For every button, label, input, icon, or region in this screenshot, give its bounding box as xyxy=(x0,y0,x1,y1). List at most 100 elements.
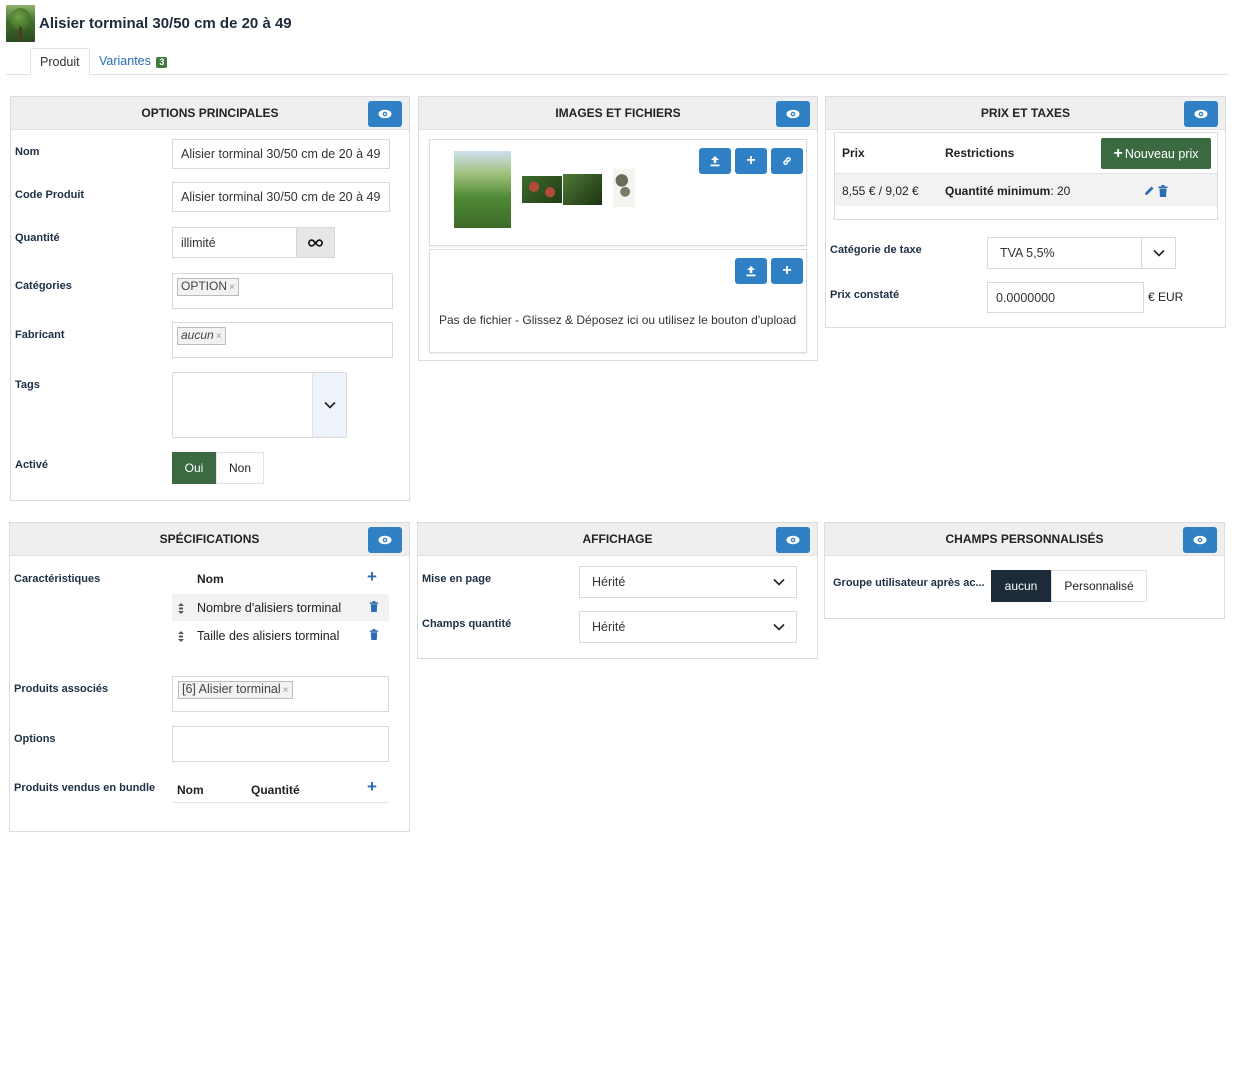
new-price-button[interactable]: + Nouveau prix xyxy=(1101,138,1211,169)
groupe-aucun-button[interactable]: aucun xyxy=(991,570,1051,602)
champs-personnalises-panel: CHAMPS PERSONNALISÉS Groupe utilisateur … xyxy=(824,522,1225,619)
page-header: Alisier torminal 30/50 cm de 20 à 49 xyxy=(6,4,292,42)
add-image-button[interactable]: + xyxy=(735,148,767,174)
product-image-leaves[interactable] xyxy=(563,174,602,205)
tab-produit[interactable]: Produit xyxy=(30,48,90,76)
link-icon xyxy=(783,157,791,165)
toggle-visibility-button[interactable] xyxy=(368,101,402,127)
remove-tag-icon[interactable]: × xyxy=(216,331,222,342)
options-input[interactable] xyxy=(172,726,389,762)
active-oui-button[interactable]: Oui xyxy=(172,452,216,484)
prices-table: Prix Restrictions + Nouveau prix 8,55 € /… xyxy=(834,132,1218,220)
produits-associes-multiselect[interactable]: [6] Alisier torminal × xyxy=(172,676,389,712)
taxe-value: TVA 5,5% xyxy=(1000,246,1055,260)
mise-en-page-dropdown-toggle[interactable] xyxy=(762,567,796,597)
options-principales-panel: OPTIONS PRINCIPALES Nom Alisier torminal… xyxy=(10,96,410,501)
new-price-label: Nouveau prix xyxy=(1124,146,1199,161)
add-caracteristique-icon[interactable]: + xyxy=(367,567,377,587)
champs-quantite-label: Champs quantité xyxy=(422,618,512,630)
product-thumbnail xyxy=(6,4,35,42)
active-non-button[interactable]: Non xyxy=(216,452,264,484)
chevron-down-icon xyxy=(773,623,785,631)
drag-handle-icon[interactable] xyxy=(178,631,184,642)
options-label: Options xyxy=(14,733,56,745)
col-prix-header: Prix xyxy=(842,146,865,160)
bundle-header-row: Nom Quantité + xyxy=(172,775,389,803)
specifications-header: SPÉCIFICATIONS xyxy=(10,523,409,556)
currency-label: € EUR xyxy=(1148,290,1184,304)
panel-title: PRIX ET TAXES xyxy=(980,106,1071,120)
product-image-berries[interactable] xyxy=(522,176,562,203)
quantite-input[interactable]: illimité xyxy=(172,227,297,258)
code-produit-input[interactable]: Alisier torminal 30/50 cm de 20 à 49 xyxy=(172,182,390,212)
eye-icon xyxy=(1193,535,1207,545)
fabricant-multiselect[interactable]: aucun × xyxy=(172,322,393,358)
images-dropzone[interactable]: + xyxy=(429,139,807,246)
col-restrictions-header: Restrictions xyxy=(945,146,1015,160)
mise-en-page-label: Mise en page xyxy=(422,573,492,585)
champs-quantite-value: Hérité xyxy=(592,620,626,634)
caracteristique-name: Nombre d'alisiers torminal xyxy=(197,601,342,615)
affichage-header: AFFICHAGE xyxy=(418,523,817,556)
produit-associe-tag-label: [6] Alisier torminal xyxy=(182,682,281,696)
tab-bar: Produit Variantes 3 xyxy=(6,48,1229,76)
infinity-icon xyxy=(308,238,323,247)
remove-tag-icon[interactable]: × xyxy=(229,282,235,293)
nom-label: Nom xyxy=(15,146,40,158)
prix-constate-label: Prix constaté xyxy=(830,289,900,301)
categories-label: Catégories xyxy=(15,280,72,292)
champs-quantite-dropdown-toggle[interactable] xyxy=(762,612,796,642)
taxe-label: Catégorie de taxe xyxy=(830,244,922,256)
panel-title: CHAMPS PERSONNALISÉS xyxy=(945,532,1104,546)
bundle-label: Produits vendus en bundle xyxy=(14,782,156,794)
delete-icon[interactable] xyxy=(369,629,379,640)
col-nom-header: Nom xyxy=(197,572,224,586)
price-restriction: Quantité minimum: 20 xyxy=(945,184,1070,198)
nom-input[interactable]: Alisier torminal 30/50 cm de 20 à 49 xyxy=(172,139,390,169)
price-value: 8,55 € / 9,02 € xyxy=(842,184,919,198)
product-image-illustration[interactable] xyxy=(613,169,635,207)
upload-file-button[interactable] xyxy=(735,258,767,284)
bundle-col-nom: Nom xyxy=(177,783,204,797)
delete-icon[interactable] xyxy=(369,601,379,612)
groupe-personnalise-button[interactable]: Personnalisé xyxy=(1051,570,1147,602)
files-dropzone[interactable]: + Pas de fichier - Glissez & Déposez ici… xyxy=(429,249,807,353)
toggle-visibility-button[interactable] xyxy=(776,101,810,127)
caracteristique-row[interactable]: Nombre d'alisiers torminal xyxy=(172,594,389,621)
category-tag: OPTION × xyxy=(177,278,239,296)
taxe-select[interactable]: TVA 5,5% xyxy=(987,237,1176,269)
delete-icon[interactable] xyxy=(1158,185,1168,197)
product-image-tree[interactable] xyxy=(454,151,511,228)
remove-tag-icon[interactable]: × xyxy=(283,685,289,696)
categories-multiselect[interactable]: OPTION × xyxy=(172,273,393,309)
page-title: Alisier torminal 30/50 cm de 20 à 49 xyxy=(39,14,292,32)
edit-icon[interactable] xyxy=(1143,185,1155,197)
toggle-visibility-button[interactable] xyxy=(776,527,810,553)
toggle-visibility-button[interactable] xyxy=(1183,527,1217,553)
eye-icon xyxy=(378,535,392,545)
caracteristique-name: Taille des alisiers torminal xyxy=(197,629,340,643)
price-row[interactable]: 8,55 € / 9,02 € Quantité minimum: 20 xyxy=(835,173,1217,206)
add-bundle-icon[interactable]: + xyxy=(367,777,377,797)
panel-title: SPÉCIFICATIONS xyxy=(159,532,260,546)
mise-en-page-select[interactable]: Hérité xyxy=(579,566,797,598)
caracteristique-row[interactable]: Taille des alisiers torminal xyxy=(172,622,389,649)
groupe-utilisateur-label: Groupe utilisateur après ac... xyxy=(833,577,985,589)
link-image-button[interactable] xyxy=(771,148,803,174)
fabricant-tag-label: aucun xyxy=(181,328,214,342)
add-file-button[interactable]: + xyxy=(771,258,803,284)
plus-icon: + xyxy=(746,152,756,169)
unlimited-toggle-button[interactable] xyxy=(296,227,335,258)
toggle-visibility-button[interactable] xyxy=(1184,101,1218,127)
fabricant-label: Fabricant xyxy=(15,329,65,341)
tags-dropdown-toggle[interactable] xyxy=(312,373,346,437)
panel-title: OPTIONS PRINCIPALES xyxy=(141,106,279,120)
prix-constate-input[interactable]: 0.0000000 xyxy=(987,282,1144,313)
tab-variantes[interactable]: Variantes 3 xyxy=(90,48,176,76)
upload-image-button[interactable] xyxy=(699,148,731,174)
champs-quantite-select[interactable]: Hérité xyxy=(579,611,797,643)
toggle-visibility-button[interactable] xyxy=(368,527,402,553)
taxe-dropdown-toggle[interactable] xyxy=(1141,238,1175,268)
tags-select[interactable] xyxy=(172,372,347,438)
drag-handle-icon[interactable] xyxy=(178,603,184,614)
